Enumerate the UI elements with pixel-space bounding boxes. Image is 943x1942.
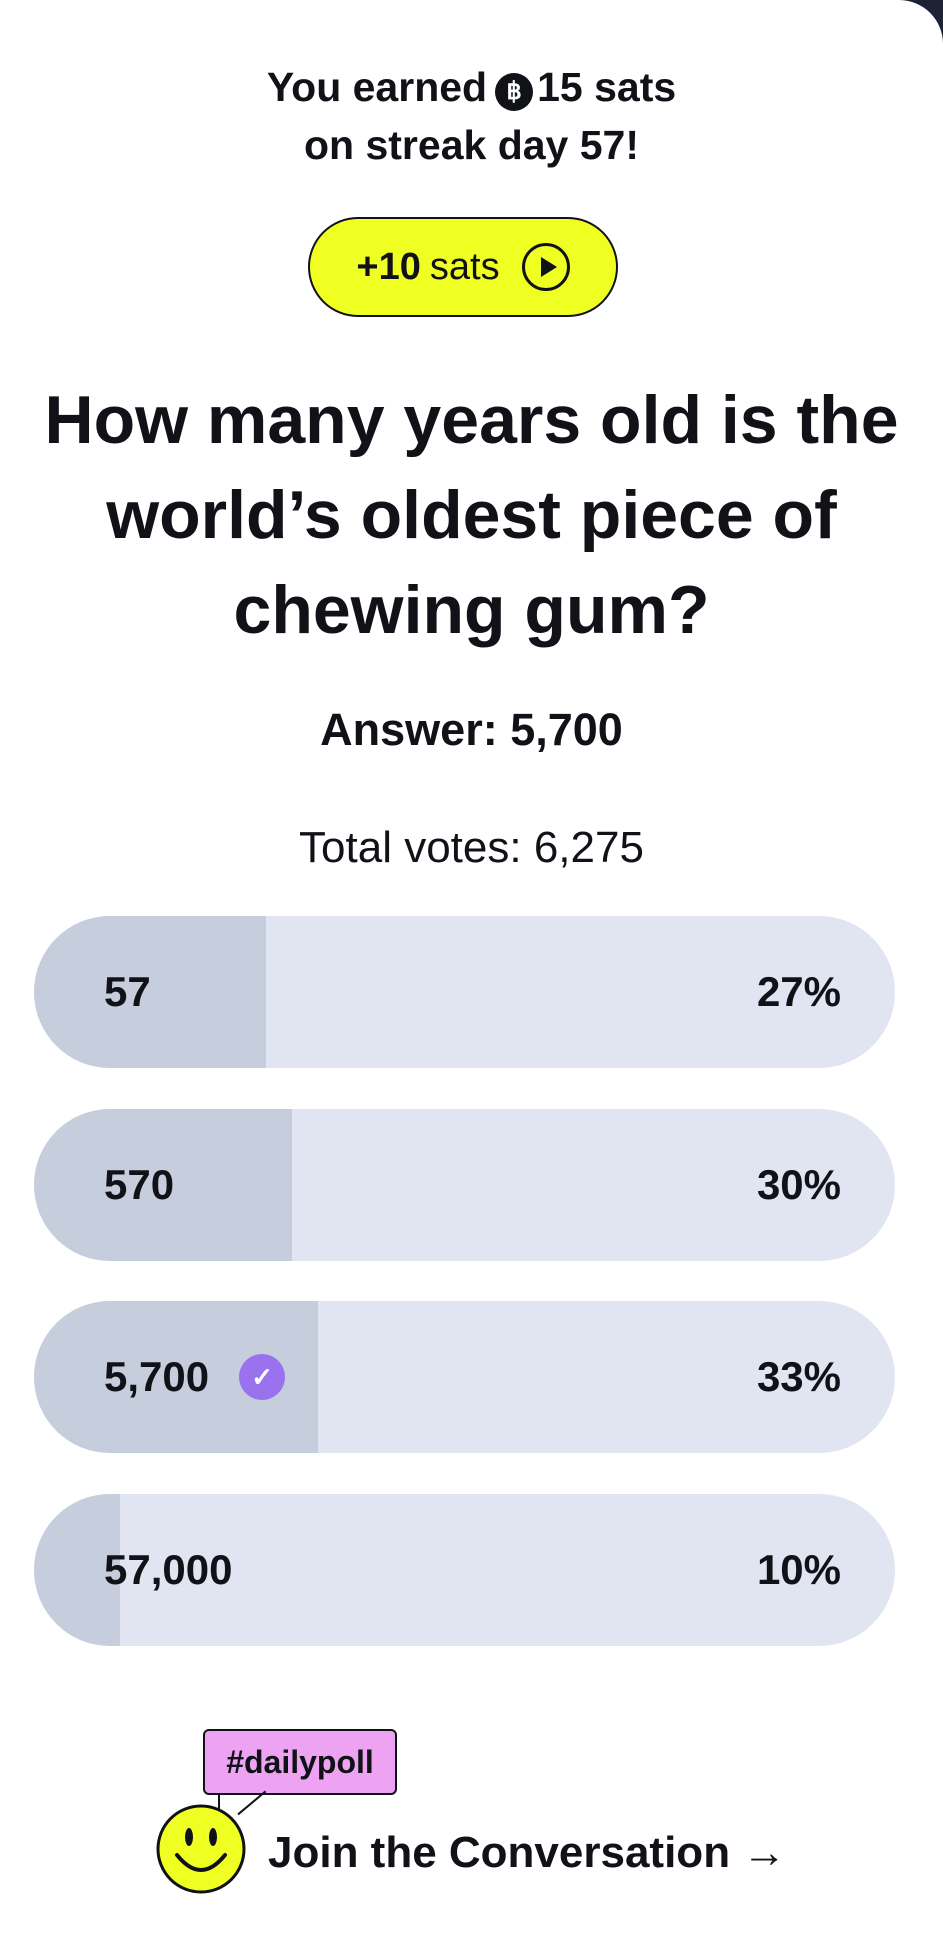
option-label-text: 57,000 xyxy=(104,1546,233,1593)
bonus-unit: sats xyxy=(429,245,500,288)
reward-line-2: on streak day 57! xyxy=(304,122,639,168)
bonus-sats-button[interactable]: +10 sats xyxy=(308,217,618,317)
reward-amount: 15 sats xyxy=(537,64,677,110)
join-conversation-link[interactable]: Join the Conversation → xyxy=(268,1823,786,1883)
poll-option-570[interactable]: 570 30% xyxy=(34,1109,895,1261)
reward-prefix: You earned xyxy=(266,64,488,110)
option-label: 57 xyxy=(104,916,151,1068)
smiley-icon xyxy=(156,1804,246,1894)
option-percent: 33% xyxy=(756,1353,841,1400)
total-votes: Total votes: 6,275 xyxy=(299,823,644,872)
option-percent: 27% xyxy=(756,968,841,1015)
bitcoin-coin-icon: ฿ xyxy=(495,73,534,111)
option-label: 57,000 xyxy=(104,1494,232,1646)
option-label-text: 57 xyxy=(104,968,151,1015)
play-icon xyxy=(521,243,570,291)
poll-result-sheet: You earned ฿ 15 sats on streak day 57! +10… xyxy=(0,0,943,1942)
option-label: 5,700 ✓ xyxy=(104,1301,286,1453)
option-percent: 10% xyxy=(756,1546,841,1593)
bonus-amount: +10 xyxy=(356,245,421,288)
reward-line-1: You earned ฿ 15 sats xyxy=(0,58,943,116)
dailypoll-hashtag[interactable]: #dailypoll xyxy=(203,1729,397,1795)
option-percent: 30% xyxy=(756,1161,841,1208)
reward-message: You earned ฿ 15 sats on streak day 57! xyxy=(0,58,943,174)
option-label-text: 5,700 xyxy=(104,1353,210,1400)
poll-option-57000[interactable]: 57,000 10% xyxy=(34,1494,895,1646)
poll-question: How many years old is the world’s oldest… xyxy=(44,382,899,648)
poll-option-57[interactable]: 57 27% xyxy=(34,916,895,1068)
poll-answer: Answer: 5,700 xyxy=(320,704,623,755)
poll-option-5700[interactable]: 5,700 ✓ 33% xyxy=(34,1301,895,1453)
option-label-text: 570 xyxy=(104,1161,175,1208)
check-icon: ✓ xyxy=(239,1354,286,1400)
option-label: 570 xyxy=(104,1109,174,1261)
